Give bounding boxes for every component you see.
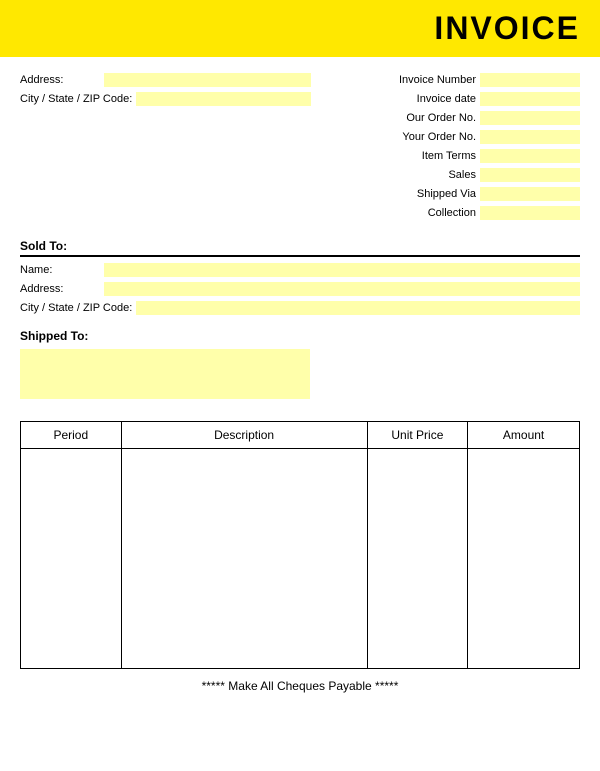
invoice-table: Period Description Unit Price Amount (20, 421, 580, 669)
description-cell[interactable] (121, 449, 367, 669)
amount-cell[interactable] (468, 449, 580, 669)
content-area: Address: City / State / ZIP Code: Invoic… (0, 57, 600, 405)
sales-input[interactable] (480, 168, 580, 182)
shipped-via-row: Shipped Via (334, 187, 580, 201)
top-section: Address: City / State / ZIP Code: Invoic… (20, 73, 580, 225)
shipped-to-box[interactable] (20, 349, 310, 399)
invoice-number-label: Invoice Number (399, 74, 476, 86)
sold-to-name-input[interactable] (104, 263, 580, 277)
sold-to-city-input[interactable] (136, 301, 580, 315)
shipped-via-input[interactable] (480, 187, 580, 201)
invoice-date-label: Invoice date (417, 93, 476, 105)
shipped-to-section: Shipped To: (20, 329, 580, 405)
your-order-label: Your Order No. (402, 131, 476, 143)
unit-price-cell[interactable] (367, 449, 468, 669)
city-row: City / State / ZIP Code: (20, 92, 311, 106)
address-row: Address: (20, 73, 311, 87)
col-period-header: Period (21, 422, 122, 449)
item-terms-input[interactable] (480, 149, 580, 163)
invoice-number-input[interactable] (480, 73, 580, 87)
invoice-date-input[interactable] (480, 92, 580, 106)
city-input[interactable] (136, 92, 311, 106)
invoice-date-row: Invoice date (334, 92, 580, 106)
address-label: Address: (20, 74, 100, 86)
table-header-row: Period Description Unit Price Amount (21, 422, 580, 449)
address-input[interactable] (104, 73, 311, 87)
invoice-title: INVOICE (0, 10, 580, 47)
footer: ***** Make All Cheques Payable ***** (0, 669, 600, 701)
our-order-label: Our Order No. (406, 112, 476, 124)
your-order-row: Your Order No. (334, 130, 580, 144)
collection-label: Collection (428, 207, 476, 219)
sold-to-city-row: City / State / ZIP Code: (20, 301, 580, 315)
table-row (21, 449, 580, 669)
left-column: Address: City / State / ZIP Code: (20, 73, 311, 225)
your-order-input[interactable] (480, 130, 580, 144)
sold-to-name-row: Name: (20, 263, 580, 277)
shipped-via-label: Shipped Via (417, 188, 476, 200)
col-amount-header: Amount (468, 422, 580, 449)
invoice-number-row: Invoice Number (334, 73, 580, 87)
sold-to-label: Sold To: (20, 239, 580, 257)
our-order-row: Our Order No. (334, 111, 580, 125)
sold-to-city-label: City / State / ZIP Code: (20, 302, 132, 314)
right-column: Invoice Number Invoice date Our Order No… (334, 73, 580, 225)
city-label: City / State / ZIP Code: (20, 93, 132, 105)
sold-to-section: Sold To: Name: Address: City / State / Z… (20, 239, 580, 315)
header: INVOICE (0, 0, 600, 57)
collection-row: Collection (334, 206, 580, 220)
footer-text: ***** Make All Cheques Payable ***** (202, 679, 399, 693)
sold-to-address-input[interactable] (104, 282, 580, 296)
collection-input[interactable] (480, 206, 580, 220)
our-order-input[interactable] (480, 111, 580, 125)
sales-row: Sales (334, 168, 580, 182)
sales-label: Sales (448, 169, 476, 181)
col-description-header: Description (121, 422, 367, 449)
shipped-to-label: Shipped To: (20, 329, 580, 343)
table-section: Period Description Unit Price Amount (20, 421, 580, 669)
item-terms-label: Item Terms (422, 150, 476, 162)
period-cell[interactable] (21, 449, 122, 669)
sold-to-address-row: Address: (20, 282, 580, 296)
item-terms-row: Item Terms (334, 149, 580, 163)
sold-to-address-label: Address: (20, 283, 100, 295)
sold-to-name-label: Name: (20, 264, 100, 276)
col-unit-price-header: Unit Price (367, 422, 468, 449)
